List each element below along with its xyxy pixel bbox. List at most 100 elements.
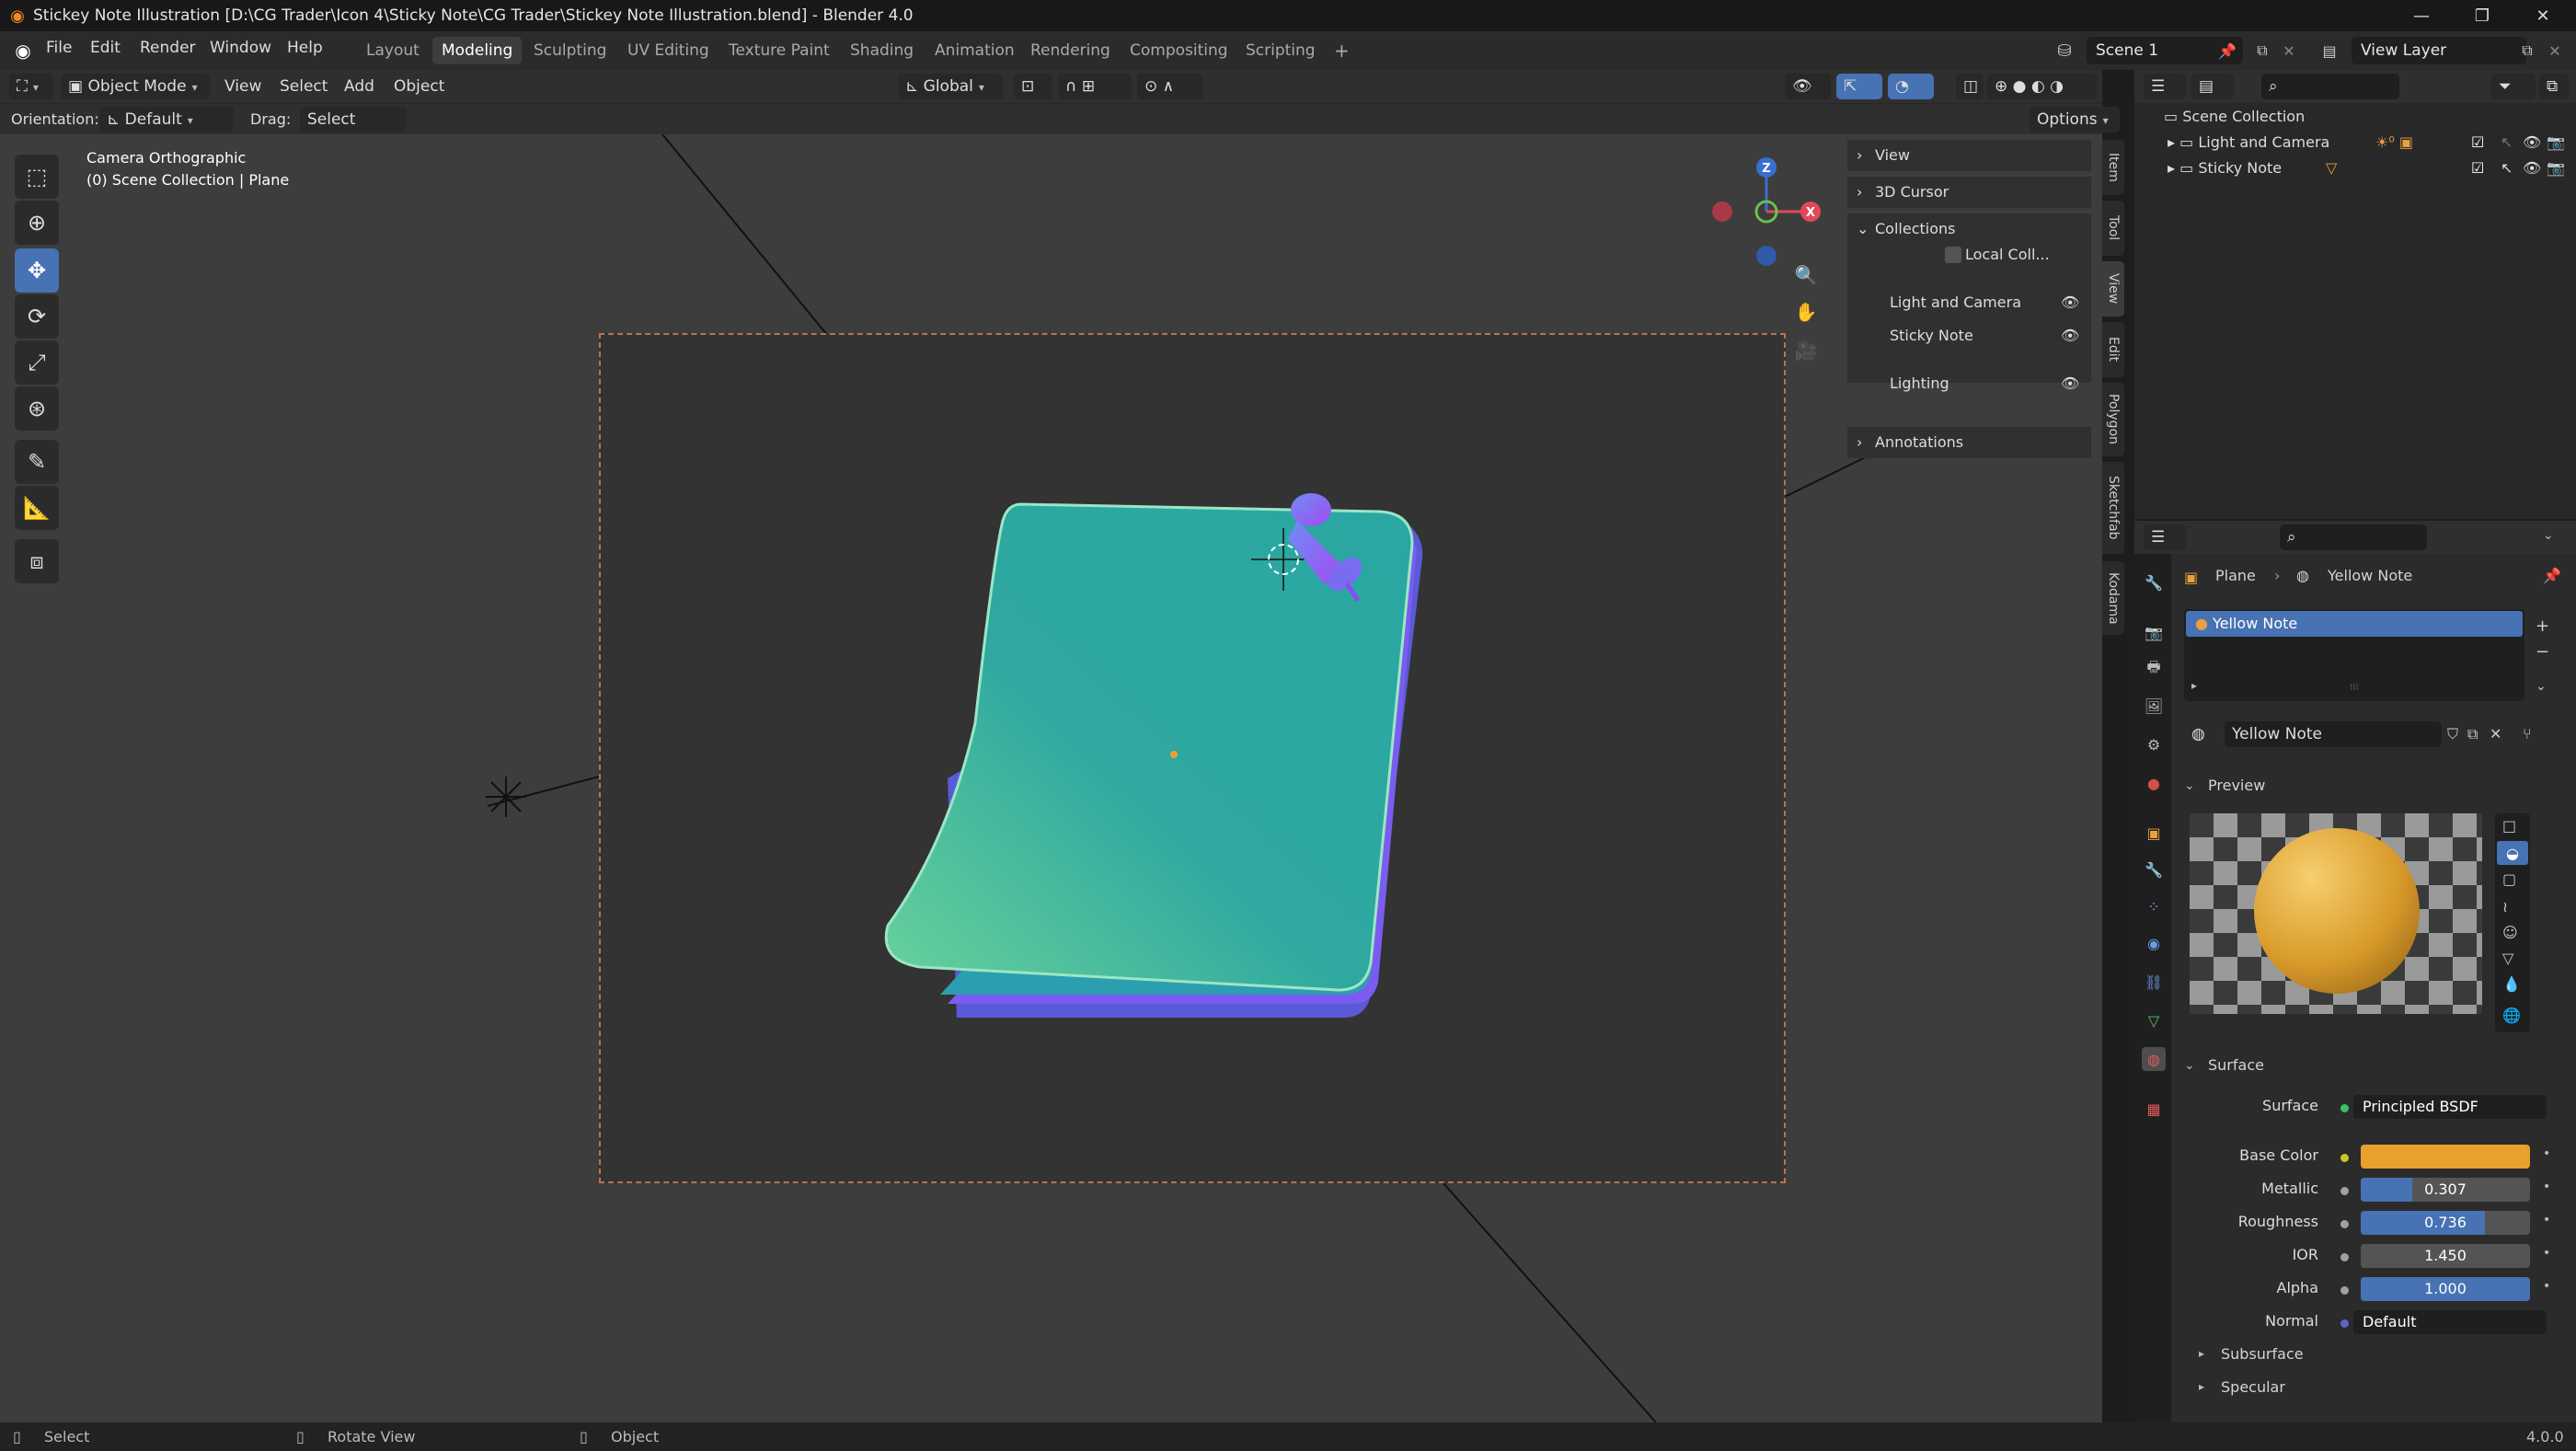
gizmo-toggle[interactable]: ⇱ bbox=[1836, 74, 1882, 99]
sidetab-view[interactable]: View bbox=[2102, 261, 2124, 317]
expand-arrow-icon[interactable]: ▸ bbox=[2191, 679, 2197, 692]
menu-window[interactable]: Window bbox=[210, 39, 271, 57]
visibility-dropdown[interactable]: 👁 bbox=[1785, 74, 1831, 99]
orientation-dropdown[interactable]: ⊾ Default ▾ bbox=[99, 107, 234, 132]
transform-orientation-dropdown[interactable]: ⊾ Global ▾ bbox=[898, 74, 1003, 99]
add-slot-icon[interactable]: + bbox=[2536, 616, 2549, 636]
sticky-note-object[interactable] bbox=[0, 134, 2102, 1422]
sidetab-item[interactable]: Item bbox=[2102, 140, 2124, 195]
delete-scene-icon[interactable]: ✕ bbox=[2278, 39, 2300, 63]
preview-monkey-icon[interactable]: ☺ bbox=[2502, 924, 2518, 941]
render-tab-icon[interactable]: 📷 bbox=[2142, 620, 2166, 644]
modifier-tab-icon[interactable]: 🔧 bbox=[2142, 858, 2166, 881]
measure-tool[interactable]: 📐 bbox=[15, 486, 59, 530]
particles-tab-icon[interactable]: ⁘ bbox=[2142, 894, 2166, 918]
scene-tab-icon[interactable]: ⚙ bbox=[2142, 732, 2166, 756]
subsurface-panel-label[interactable]: Subsurface bbox=[2221, 1345, 2304, 1363]
tool-tab-icon[interactable]: 🔧 bbox=[2142, 570, 2166, 594]
camera-render-icon[interactable]: 📷 bbox=[2547, 129, 2565, 156]
overlay-toggle[interactable]: ◔ bbox=[1888, 74, 1934, 99]
eye-icon[interactable]: 👁 bbox=[2061, 287, 2079, 318]
navigation-gizmo[interactable]: Z X bbox=[1702, 144, 1831, 272]
outliner-scene-collection[interactable]: ▭ Scene Collection bbox=[2164, 103, 2305, 131]
collection-lighting[interactable]: Lighting bbox=[1890, 368, 1949, 399]
material-tab-icon[interactable]: ◍ bbox=[2142, 1047, 2166, 1071]
ior-field[interactable]: 1.450 bbox=[2361, 1244, 2530, 1268]
chevron-down-icon[interactable]: ⌄ bbox=[2543, 528, 2554, 543]
delete-view-layer-icon[interactable]: ✕ bbox=[2543, 39, 2567, 63]
keyframe-dot[interactable]: • bbox=[2543, 1246, 2550, 1261]
move-tool[interactable]: ✥ bbox=[15, 248, 59, 293]
menu-render[interactable]: Render bbox=[140, 39, 196, 57]
material-slot-item[interactable]: ● Yellow Note bbox=[2186, 611, 2523, 637]
outliner-filter-button[interactable]: ⏷ bbox=[2491, 74, 2536, 99]
tab-modeling[interactable]: Modeling bbox=[432, 37, 523, 64]
surface-panel-label[interactable]: Surface bbox=[2208, 1056, 2264, 1074]
outliner-row-light-and-camera[interactable]: ▸ ▭ Light and Camera ☀⁰ ▣ ☑ ↖ 👁 📷 bbox=[2168, 129, 2572, 156]
preview-world-icon[interactable]: 🌐 bbox=[2502, 1007, 2521, 1024]
sidetab-sketchfab[interactable]: Sketchfab bbox=[2102, 462, 2124, 554]
sidetab-tool[interactable]: Tool bbox=[2102, 201, 2124, 256]
roughness-slider[interactable]: 0.736 bbox=[2361, 1211, 2530, 1235]
transform-tool[interactable]: ⊛ bbox=[15, 386, 59, 431]
local-collections-checkbox[interactable] bbox=[1945, 247, 1961, 263]
pivot-dropdown[interactable]: ⊡ bbox=[1014, 74, 1052, 99]
npanel-view-header[interactable]: › View bbox=[1847, 140, 2091, 171]
expand-arrow-icon[interactable]: ▸ bbox=[2199, 1380, 2204, 1393]
material-browse-button[interactable]: ◍ bbox=[2184, 721, 2221, 747]
camera-view-icon[interactable]: 🎥 bbox=[1792, 337, 1820, 364]
outliner-search-input[interactable]: ⌕ bbox=[2261, 74, 2399, 99]
zoom-icon[interactable]: 🔍 bbox=[1792, 261, 1820, 289]
sidetab-polygon[interactable]: Polygon bbox=[2102, 383, 2124, 456]
scene-selector-icon[interactable]: ⛁ bbox=[2048, 39, 2081, 63]
select-box-tool[interactable]: ⬚ bbox=[15, 155, 59, 199]
chevron-down-icon[interactable]: ⌄ bbox=[2184, 778, 2195, 793]
outliner-row-sticky-note[interactable]: ▸ ▭ Sticky Note ▽ ☑ ↖ 👁 📷 bbox=[2168, 155, 2572, 182]
collection-light-and-camera[interactable]: Light and Camera bbox=[1890, 287, 2021, 318]
data-tab-icon[interactable]: ▽ bbox=[2142, 1008, 2166, 1032]
options-dropdown[interactable]: Options ▾ bbox=[2030, 107, 2120, 132]
properties-editor-type[interactable]: ☰ bbox=[2144, 524, 2186, 550]
preview-cube-icon[interactable]: ▢ bbox=[2502, 870, 2516, 888]
camera-render-icon[interactable]: 📷 bbox=[2547, 155, 2565, 182]
maximize-button[interactable]: ❐ bbox=[2455, 0, 2510, 31]
keyframe-dot[interactable]: • bbox=[2543, 1213, 2550, 1227]
tab-rendering[interactable]: Rendering bbox=[1021, 37, 1120, 64]
expand-arrow-icon[interactable]: ▸ bbox=[2199, 1347, 2204, 1360]
editor-type-dropdown[interactable]: ⛶ ▾ bbox=[9, 74, 53, 99]
tab-uv-editing[interactable]: UV Editing bbox=[618, 37, 719, 64]
snap-dropdown[interactable]: ∩ ⊞ bbox=[1058, 74, 1132, 99]
mode-dropdown[interactable]: ▣ Object Mode ▾ bbox=[61, 74, 210, 99]
select-arrow-icon[interactable]: ↖ bbox=[2501, 155, 2513, 182]
eye-icon[interactable]: 👁 bbox=[2523, 129, 2541, 156]
tab-texture-paint[interactable]: Texture Paint bbox=[719, 37, 839, 64]
specular-panel-label[interactable]: Specular bbox=[2221, 1378, 2285, 1396]
add-workspace-button[interactable]: + bbox=[1325, 37, 1359, 64]
include-checkbox-icon[interactable]: ☑ bbox=[2471, 155, 2484, 182]
view-layer-selector-icon[interactable]: ▤ bbox=[2311, 39, 2348, 63]
tab-layout[interactable]: Layout bbox=[357, 37, 429, 64]
viewport-menu-select[interactable]: Select bbox=[280, 77, 328, 96]
eye-icon[interactable]: 👁 bbox=[2061, 320, 2079, 351]
remove-slot-icon[interactable]: − bbox=[2536, 642, 2549, 662]
outliner-display-mode[interactable]: ▤ bbox=[2191, 74, 2234, 99]
viewport-menu-view[interactable]: View bbox=[224, 77, 261, 96]
slot-menu-icon[interactable]: ⌄ bbox=[2536, 679, 2547, 694]
light-object-icon[interactable] bbox=[478, 769, 534, 824]
cursor-tool[interactable]: ⊕ bbox=[15, 201, 59, 245]
preview-panel-label[interactable]: Preview bbox=[2208, 777, 2265, 794]
preview-flat-icon[interactable]: □ bbox=[2502, 817, 2516, 835]
menu-help[interactable]: Help bbox=[287, 39, 323, 57]
menu-edit[interactable]: Edit bbox=[90, 39, 121, 57]
output-tab-icon[interactable]: 🖶 bbox=[2142, 657, 2166, 681]
tab-shading[interactable]: Shading bbox=[841, 37, 923, 64]
outliner-editor-type[interactable]: ☰ bbox=[2144, 74, 2186, 99]
surface-shader-field[interactable]: Principled BSDF bbox=[2353, 1095, 2547, 1119]
preview-hair-icon[interactable]: ≀ bbox=[2502, 898, 2508, 916]
object-tab-icon[interactable]: ▣ bbox=[2142, 821, 2166, 845]
new-view-layer-icon[interactable]: ⧉ bbox=[2515, 39, 2539, 63]
view-layer-tab-icon[interactable]: 🖼 bbox=[2142, 694, 2166, 718]
viewport-menu-add[interactable]: Add bbox=[344, 77, 374, 96]
unlink-material-icon[interactable]: ✕ bbox=[2490, 725, 2501, 743]
tab-sculpting[interactable]: Sculpting bbox=[524, 37, 615, 64]
